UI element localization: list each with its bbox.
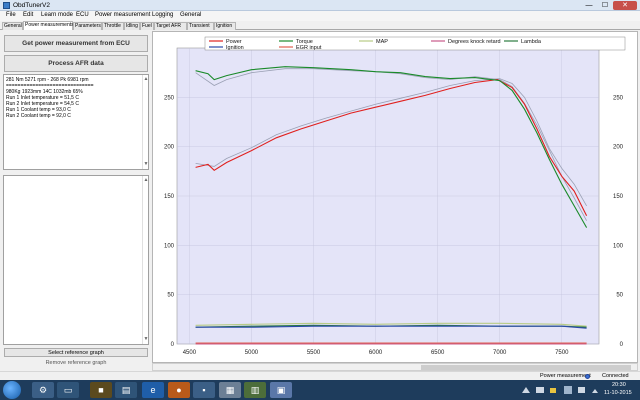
tab-idling[interactable]: Idling [124,22,140,30]
maximize-button[interactable]: ☐ [598,1,612,10]
notes-scrollbar[interactable]: ▲ ▼ [142,176,148,344]
app-window: ObdTunerV2 — ☐ ✕ File Edit Learn mode EC… [0,0,640,400]
power-chart: 0 0 50 50 100 100 150 150 200 200 250 250 4500 5000 55… [164,36,626,356]
tab-throttle[interactable]: Throttle [102,22,124,30]
menu-logging[interactable]: Logging [152,12,173,18]
y-tick-label-left: 200 [164,145,175,151]
save-disk-icon[interactable]: ▪ [193,382,215,398]
menu-edit[interactable]: Edit [23,12,33,18]
status-power-measurement: Power measurement [540,373,591,379]
x-tick-label: 7500 [555,350,569,356]
info-scrollbar[interactable]: ▲ ▼ [142,75,148,169]
power-measurement-radio[interactable] [585,374,590,379]
menu-bar: File Edit Learn mode ECU Power measureme… [0,11,640,21]
start-button-icon[interactable] [3,381,21,399]
y-tick-label-right: 100 [613,243,624,249]
power-graph-panel[interactable]: 0 0 50 50 100 100 150 150 200 200 250 250 4500 5000 55… [152,31,638,363]
explorer-app-icon[interactable]: ▤ [115,382,137,398]
legend-label: Lambda [521,39,542,45]
select-reference-graph-button[interactable]: Select reference graph [4,348,148,357]
window-title: ObdTunerV2 [13,2,50,9]
menu-power-measurement[interactable]: Power measurement [95,12,150,18]
status-connected: Connected [602,373,629,379]
scroll-down-arrow-icon[interactable]: ▼ [143,161,149,167]
title-bar: ObdTunerV2 — ☐ ✕ [0,0,640,11]
document-app-icon[interactable]: ▥ [244,382,266,398]
y-tick-label-left: 0 [171,342,175,348]
legend-box [204,36,626,51]
tab-fuel[interactable]: Fuel [140,22,154,30]
picture-app-icon[interactable]: ▦ [219,382,241,398]
graph-horizontal-scrollbar[interactable] [152,363,638,371]
menu-ecu[interactable]: ECU [76,12,89,18]
menu-file[interactable]: File [6,12,16,18]
legend-label: Degrees knock retard [448,39,501,45]
y-tick-label-left: 100 [164,243,175,249]
get-power-measurement-button[interactable]: Get power measurement from ECU [4,35,148,52]
clock-time[interactable]: 20:30 [612,382,626,388]
legend-label: Ignition [226,45,244,51]
remove-reference-graph-button[interactable]: Remove reference graph [4,359,148,368]
x-tick-label: 5500 [307,350,321,356]
x-tick-label: 6500 [431,350,445,356]
tab-bar: General Power measurements Parameters Th… [0,21,640,30]
minimize-button[interactable]: — [582,1,596,10]
tab-parameters[interactable]: Parameters [73,22,102,30]
info-line: Run 2 Coolant temp = 92,0 C [6,113,71,119]
process-afr-button[interactable]: Process AFR data [4,55,148,72]
legend-label: MAP [376,39,388,45]
left-panel: Get power measurement from ECU Process A… [0,31,150,372]
notes-box[interactable]: ▲ ▼ [3,175,149,345]
close-button[interactable]: ✕ [613,1,637,10]
x-tick-label: 6000 [369,350,383,356]
measurement-info-box[interactable]: 281 Nm 5271 rpm - 268 Pk 6981 rpm ======… [3,74,149,170]
scroll-down-arrow-icon[interactable]: ▼ [143,336,149,342]
tab-transient[interactable]: Transient [187,22,214,30]
y-tick-label-right: 250 [613,95,624,101]
obdtuner-app-icon[interactable]: ▣ [270,382,292,398]
browser-firefox-icon[interactable]: ● [168,382,190,398]
tab-target-afr[interactable]: Target AFR [154,22,187,30]
y-tick-label-right: 0 [620,342,624,348]
settings-app-icon[interactable]: ⚙ [32,382,54,398]
y-tick-label-left: 250 [164,95,175,101]
y-tick-label-right: 200 [613,145,624,151]
browser-ie-icon[interactable]: e [142,382,164,398]
tab-ignition[interactable]: Ignition [214,22,236,30]
menu-general[interactable]: General [180,12,201,18]
app-icon [3,2,10,9]
tab-power-measurements[interactable]: Power measurements [23,21,74,30]
tab-general[interactable]: General [2,22,23,30]
taskbar: ⚙ ▭ ■ ▤ e ● ▪ ▦ ▥ ▣ 20:30 11-10-2015 [0,380,640,400]
scrollbar-thumb[interactable] [421,365,631,370]
x-tick-label: 4500 [183,350,197,356]
y-tick-label-right: 50 [616,293,623,299]
y-tick-label-left: 150 [164,194,175,200]
scroll-up-arrow-icon[interactable]: ▲ [143,76,149,82]
media-app-icon[interactable]: ■ [90,382,112,398]
legend-label: EGR input [296,45,322,51]
folder-app-icon[interactable]: ▭ [57,382,79,398]
system-tray-icons[interactable] [520,383,610,397]
x-tick-label: 5000 [245,350,259,356]
x-tick-label: 7000 [493,350,507,356]
status-bar: Power measurement Connected [0,371,640,380]
clock-date[interactable]: 11-10-2015 [604,390,632,396]
y-tick-label-left: 50 [167,293,174,299]
y-tick-label-right: 150 [613,194,624,200]
scroll-up-arrow-icon[interactable]: ▲ [143,177,149,183]
menu-learn-mode[interactable]: Learn mode [41,12,73,18]
